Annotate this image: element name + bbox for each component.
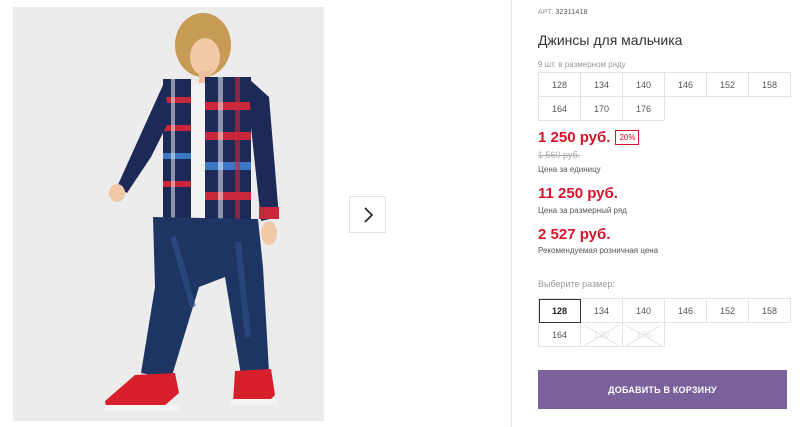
size-option[interactable]: 134	[581, 299, 623, 323]
size-option[interactable]: 158	[749, 299, 791, 323]
product-photo[interactable]	[13, 7, 324, 421]
size-range-cell: 176	[623, 97, 665, 121]
size-option[interactable]: 128	[539, 299, 581, 323]
chevron-right-icon	[363, 206, 373, 223]
range-price: 11 250 руб.	[538, 185, 618, 202]
product-photo-illustration	[13, 7, 324, 421]
size-range-cell: 134	[581, 73, 623, 97]
size-option[interactable]: 140	[623, 299, 665, 323]
size-picker-label: Выберите размер:	[538, 279, 615, 289]
product-title: Джинсы для мальчика	[538, 32, 683, 48]
size-option[interactable]: 152	[707, 299, 749, 323]
retail-price: 2 527 руб.	[538, 226, 611, 243]
size-option[interactable]: 164	[539, 323, 581, 347]
size-range-cell: 140	[623, 73, 665, 97]
size-picker-grid: 128 134 140 146 152 158 164 170 176	[538, 298, 791, 347]
gallery-next-button[interactable]	[349, 196, 386, 233]
size-option[interactable]: 146	[665, 299, 707, 323]
size-range-cell: 152	[707, 73, 749, 97]
size-range-cell: 146	[665, 73, 707, 97]
size-range-grid: 128 134 140 146 152 158 164 170 176	[538, 72, 791, 121]
size-range-cell: 170	[581, 97, 623, 121]
product-sku: АРТ. 32311418	[538, 9, 588, 16]
product-page: АРТ. 32311418 Джинсы для мальчика 9 шт. …	[0, 0, 800, 427]
add-to-cart-button[interactable]: ДОБАВИТЬ В КОРЗИНУ	[538, 370, 787, 409]
unit-price-row: 1 250 руб. 20%	[538, 129, 640, 146]
old-price: 1 560 руб.	[538, 150, 581, 160]
sku-value: 32311418	[555, 9, 588, 16]
size-range-cell: 158	[749, 73, 791, 97]
unit-price: 1 250 руб.	[538, 129, 611, 146]
range-price-label: Цена за размерный ряд	[538, 206, 627, 215]
discount-badge: 20%	[615, 130, 640, 145]
product-gallery	[0, 0, 512, 427]
size-range-cell: 128	[539, 73, 581, 97]
sku-label: АРТ.	[538, 9, 554, 16]
size-option-unavailable: 176	[623, 323, 665, 347]
retail-price-label: Рекомендуемая розничная цена	[538, 246, 659, 255]
size-option-unavailable: 170	[581, 323, 623, 347]
size-range-note: 9 шт. в размерном ряду	[538, 60, 626, 69]
size-range-cell: 164	[539, 97, 581, 121]
unit-price-label: Цена за единицу	[538, 165, 601, 174]
